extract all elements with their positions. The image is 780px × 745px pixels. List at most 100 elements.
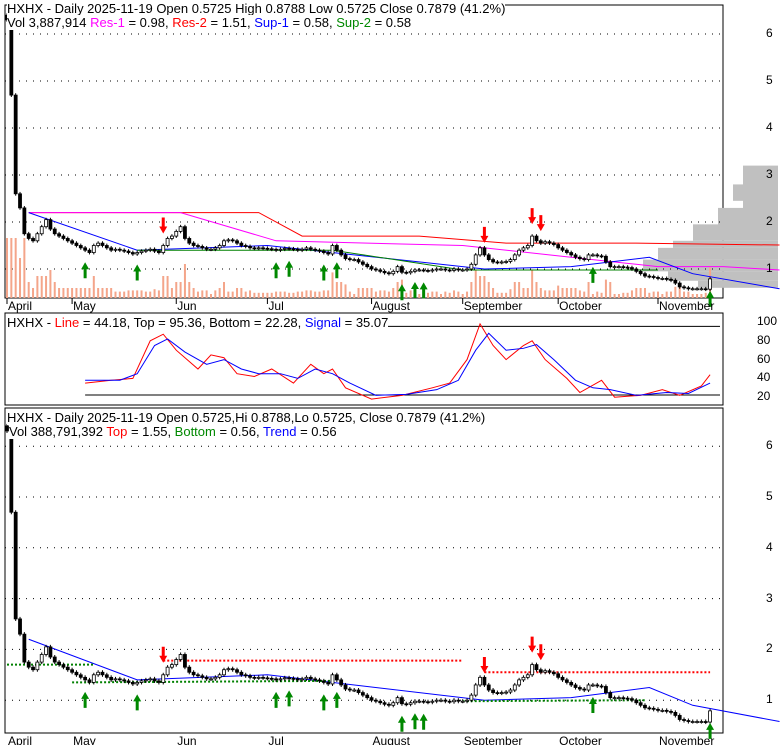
candle-body: [586, 254, 591, 260]
candle-body: [74, 242, 79, 246]
volume-bar: [205, 290, 208, 298]
candle-body: [517, 679, 522, 686]
candle-body: [282, 677, 287, 680]
stock-chart: HXHX - Daily 2025-11-19 Open 0.5725 High…: [0, 0, 780, 745]
candle-body: [31, 666, 35, 671]
candle-body: [460, 269, 465, 272]
candle-body: [660, 709, 665, 712]
volume-bar: [492, 288, 495, 298]
volume-bar: [522, 288, 525, 298]
candle-body: [252, 247, 257, 250]
candle-body: [343, 254, 348, 260]
volume-bar: [236, 288, 239, 298]
candle-body: [382, 702, 387, 705]
candle-body: [235, 240, 239, 244]
candle-body: [365, 263, 370, 268]
price-tick-label: 4: [766, 120, 773, 134]
candle-body: [595, 684, 600, 687]
candle-body: [521, 676, 526, 681]
candle-body: [313, 678, 318, 681]
volume-bar: [587, 282, 590, 298]
candle-body: [360, 261, 365, 265]
candle-body: [404, 703, 409, 706]
sup2-value: = 0.58: [370, 15, 412, 30]
volume-bar: [27, 282, 30, 298]
bottom-label: Bottom: [174, 424, 216, 439]
candle-body: [57, 233, 61, 237]
volume-bar: [426, 292, 429, 298]
volume-bar: [643, 288, 646, 298]
candle-body: [261, 247, 265, 250]
candle-body: [317, 249, 322, 252]
volume-bar: [379, 290, 382, 298]
volume-bar: [101, 288, 104, 298]
volume-bar: [66, 288, 69, 298]
volume-bar: [201, 290, 204, 298]
volume-bar: [88, 288, 91, 298]
res1-label: Res-1: [90, 15, 125, 30]
osc-tick-label: 60: [757, 351, 771, 366]
candle-body: [417, 269, 422, 272]
volume-bar: [131, 290, 134, 298]
buy-arrow-icon: [419, 713, 428, 730]
volume-bar: [344, 284, 347, 298]
volume-bar: [596, 291, 599, 298]
candle-body: [326, 682, 331, 685]
candle-body: [35, 661, 40, 671]
candle-body: [295, 678, 300, 681]
candle-body: [534, 664, 539, 671]
volume-bar: [431, 291, 434, 298]
volume-bar: [704, 292, 707, 298]
price-tick-label: 6: [766, 26, 773, 40]
volume-bar: [496, 292, 499, 298]
candle-body: [122, 679, 127, 682]
candle-body: [287, 677, 292, 680]
signal-value: = 35.07: [341, 315, 389, 330]
candle-body: [226, 668, 231, 671]
candle-body: [196, 674, 200, 677]
volume-bar: [118, 291, 121, 298]
volume-bar: [591, 294, 594, 298]
volume-bar: [557, 285, 560, 298]
candle-body: [269, 248, 274, 251]
candle-body: [426, 270, 430, 272]
volume-bar: [361, 288, 364, 298]
volume-bar: [453, 290, 456, 298]
volume-bar: [279, 291, 282, 298]
candle-body: [677, 282, 682, 288]
volume-bar: [327, 290, 330, 298]
candle-body: [551, 242, 556, 245]
candle-body: [209, 678, 213, 681]
candle-body: [222, 240, 226, 246]
candle-body: [252, 676, 257, 679]
volume-bar: [257, 292, 260, 298]
candle-body: [261, 676, 265, 679]
volume-bar: [544, 290, 547, 298]
candle-body: [265, 677, 270, 680]
candle-body: [265, 247, 270, 250]
candle-body: [486, 254, 491, 260]
candle-body: [664, 277, 669, 280]
volume-bar: [140, 290, 143, 298]
candle-body: [682, 719, 686, 721]
volume-bar: [153, 289, 156, 298]
volume-bar: [617, 294, 620, 298]
candle-body: [630, 267, 634, 270]
mid-ticker: HXHX -: [7, 315, 55, 330]
candle-body: [395, 266, 400, 272]
candle-body: [278, 678, 283, 681]
candle-body: [122, 249, 127, 252]
volume-bar: [405, 292, 408, 298]
candle-body: [52, 228, 57, 235]
candle-body: [591, 684, 595, 687]
volume-bar: [296, 291, 299, 298]
candle-body: [413, 700, 417, 704]
candle-body: [48, 219, 53, 230]
candle-body: [656, 708, 660, 711]
volume-bar: [396, 282, 399, 298]
candle-body: [70, 240, 74, 244]
candle-body: [321, 680, 326, 683]
volume-bar: [58, 288, 61, 298]
candle-body: [31, 238, 35, 242]
volume-bar: [474, 270, 477, 298]
